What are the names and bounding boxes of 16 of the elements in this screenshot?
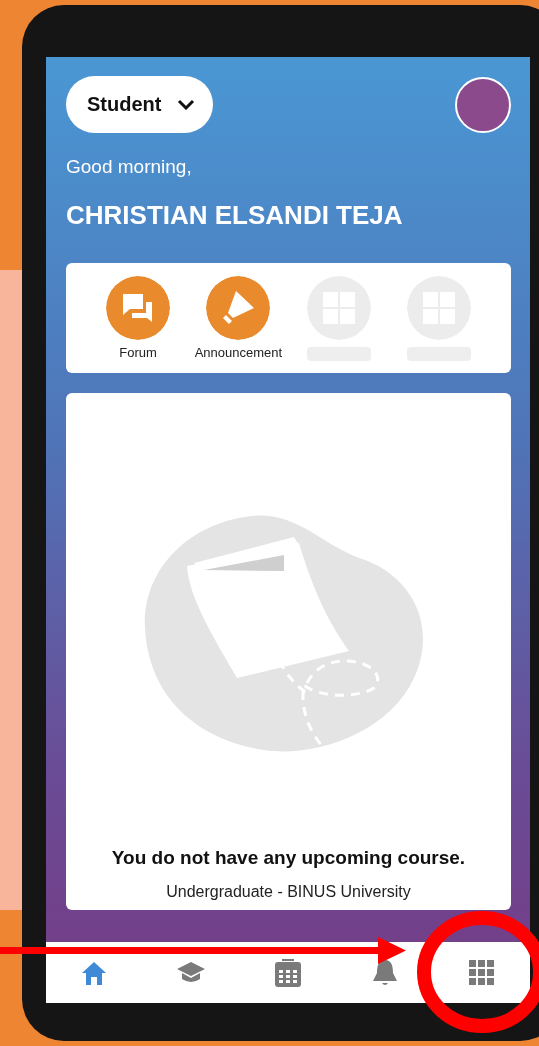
home-icon [81,959,108,986]
grid-menu-icon [468,959,495,986]
calendar-icon [275,958,301,987]
empty-message: You do not have any upcoming course. [111,847,466,869]
avatar[interactable] [455,76,511,133]
megaphone-icon [206,276,271,340]
shortcut-button[interactable]: Announcement [188,263,289,373]
chat-bubbles-icon [106,276,171,340]
user-name: CHRISTIAN ELSANDI TEJA [66,200,404,231]
role-dropdown[interactable]: Student [66,76,214,133]
greeting-text: Good morning, [66,156,193,178]
shortcut-button[interactable]: Forum [88,263,189,373]
chevron-down-icon [177,99,196,110]
program-label: Undergraduate - BINUS University [166,883,411,901]
bell-icon [371,958,398,987]
graduation-cap-icon [176,960,207,985]
